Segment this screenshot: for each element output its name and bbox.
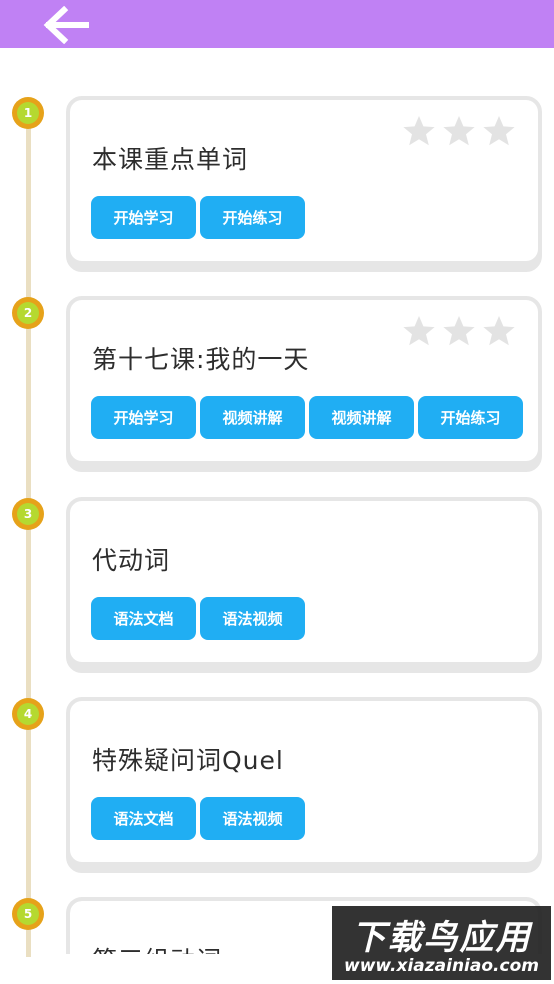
start-practice-button[interactable]: 开始练习 [418, 396, 523, 439]
top-bar [0, 0, 554, 48]
watermark-logo: 下载鸟应用 [351, 918, 532, 958]
lesson-card-4[interactable]: 特殊疑问词Quel 语法文档 语法视频 [66, 697, 542, 873]
step-marker-3: 3 [12, 498, 44, 530]
watermark-url: www.xiazainiao.com [344, 956, 539, 976]
star-icon [402, 314, 436, 348]
start-learning-button[interactable]: 开始学习 [91, 396, 196, 439]
timeline-line [26, 112, 31, 957]
step-number: 3 [17, 503, 39, 525]
watermark: 下载鸟应用 www.xiazainiao.com [332, 906, 551, 980]
star-icon [482, 114, 516, 148]
star-icon [402, 114, 436, 148]
star-rating [402, 114, 516, 148]
lesson-title: 第三组动词 [92, 941, 222, 954]
lesson-title: 第十七课:我的一天 [92, 345, 310, 374]
lesson-card-3[interactable]: 代动词 语法文档 语法视频 [66, 497, 542, 673]
grammar-document-button[interactable]: 语法文档 [91, 797, 196, 840]
grammar-video-button[interactable]: 语法视频 [200, 597, 305, 640]
star-rating [402, 314, 516, 348]
step-marker-5: 5 [12, 898, 44, 930]
star-icon [482, 314, 516, 348]
step-number: 1 [17, 102, 39, 124]
step-number: 5 [17, 903, 39, 925]
step-number: 4 [17, 703, 39, 725]
lesson-card-2[interactable]: 第十七课:我的一天 开始学习 视频讲解 视频讲解 开始练习 [66, 296, 542, 472]
star-icon [442, 314, 476, 348]
lesson-card-1[interactable]: 本课重点单词 开始学习 开始练习 [66, 96, 542, 272]
step-marker-2: 2 [12, 297, 44, 329]
grammar-video-button[interactable]: 语法视频 [200, 797, 305, 840]
start-practice-button[interactable]: 开始练习 [200, 196, 305, 239]
step-marker-1: 1 [12, 97, 44, 129]
lesson-title: 特殊疑问词Quel [92, 746, 284, 775]
start-learning-button[interactable]: 开始学习 [91, 196, 196, 239]
step-marker-4: 4 [12, 698, 44, 730]
video-explanation-button[interactable]: 视频讲解 [309, 396, 414, 439]
step-number: 2 [17, 302, 39, 324]
grammar-document-button[interactable]: 语法文档 [91, 597, 196, 640]
lesson-title: 代动词 [92, 546, 171, 575]
lesson-title: 本课重点单词 [92, 145, 249, 174]
arrow-left-icon [43, 6, 89, 44]
back-button[interactable] [40, 6, 92, 44]
star-icon [442, 114, 476, 148]
video-explanation-button[interactable]: 视频讲解 [200, 396, 305, 439]
